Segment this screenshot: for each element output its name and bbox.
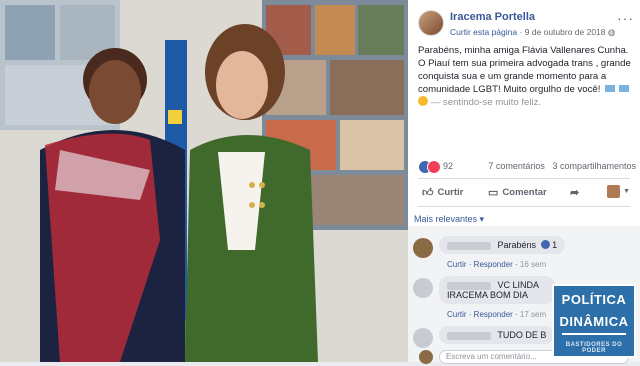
redacted-name [447, 331, 491, 340]
comment-time: 17 sem [519, 310, 547, 319]
comment-likes[interactable]: 1 [552, 240, 557, 250]
redacted-name [447, 281, 491, 290]
comment-button[interactable]: ▭ Comentar [488, 186, 547, 199]
reaction-count[interactable]: 92 [443, 161, 453, 171]
comment-time: 16 sem [519, 260, 547, 269]
meta-separator: · [519, 27, 523, 37]
comment-like-link[interactable]: Curtir [447, 260, 467, 269]
comment-actions: Curtir · Responder · 16 sem [447, 260, 547, 269]
post-stats: 7 comentários 3 compartilhamentos [488, 161, 636, 171]
comment-actions: Curtir · Responder · 17 sem [447, 310, 547, 319]
smile-emoji-icon [418, 96, 428, 106]
commenter-avatar[interactable] [413, 328, 433, 348]
post-header: Iracema Portella Curtir esta página · 9 … [418, 8, 638, 40]
comment-bubble: VC LINDA IRACEMA BOM DIA [439, 276, 555, 304]
logo-line-1: POLÍTICA [561, 292, 627, 307]
speech-bubble-icon: ▭ [488, 187, 499, 199]
commenter-avatar[interactable] [413, 238, 433, 258]
action-bar: 👍︎ Curtir ▭ Comentar ➦ ▼ [418, 182, 630, 204]
like-label: Curtir [437, 187, 464, 198]
love-reaction-icon[interactable] [427, 160, 441, 174]
divider [418, 178, 630, 179]
post-photo[interactable] [0, 0, 408, 362]
post-body: Parabéns, minha amiga Flávia Vallenares … [418, 45, 631, 95]
chevron-down-icon: ▼ [623, 188, 630, 195]
like-page-link[interactable]: Curtir esta página [450, 27, 517, 37]
share-button[interactable]: ➦ [570, 186, 579, 199]
share-arrow-icon: ➦ [570, 187, 580, 199]
comment-text: Parabéns [497, 240, 537, 250]
comment-bubble: TUDO DE B [439, 326, 555, 344]
comment-like-link[interactable]: Curtir [447, 310, 467, 319]
thumbs-up-icon: 👍︎ [422, 187, 434, 199]
reactions-bar: 92 7 comentários 3 compartilhamentos [418, 159, 636, 175]
ellipsis-icon[interactable]: ··· [617, 10, 634, 26]
redacted-name [447, 241, 491, 250]
comment-reply-link[interactable]: Responder [474, 310, 513, 319]
flag-emoji-icon [605, 85, 616, 92]
post-meta: Curtir esta página · 9 de outubro de 201… [450, 27, 615, 38]
politica-dinamica-logo: POLÍTICA DINÂMICA BASTIDORES DO PODER [552, 284, 636, 358]
sort-comments-dropdown[interactable]: Mais relevantes ▾ [414, 214, 484, 225]
like-button[interactable]: 👍︎ Curtir [422, 186, 463, 199]
comment-count[interactable]: 7 comentários [488, 161, 545, 171]
post-text: Parabéns, minha amiga Flávia Vallenares … [418, 44, 633, 109]
commenter-avatar[interactable] [413, 278, 433, 298]
logo-line-2: DINÂMICA [559, 314, 629, 329]
like-badge-icon [540, 240, 550, 249]
profile-selector[interactable]: ▼ [607, 185, 630, 198]
comment-bubble: Parabéns 1 [439, 236, 566, 254]
logo-divider [562, 333, 626, 335]
comment-text: TUDO DE B [497, 330, 547, 340]
profile-avatar [607, 185, 621, 198]
comment-label: Comentar [502, 187, 547, 198]
share-count[interactable]: 3 compartilhamentos [552, 161, 636, 171]
divider [418, 206, 630, 207]
comment-reply-link[interactable]: Responder [474, 260, 513, 269]
author-avatar[interactable] [418, 10, 444, 36]
logo-tagline: BASTIDORES DO PODER [565, 342, 623, 354]
flag-emoji-icon [618, 85, 629, 92]
globe-icon: ◍ [607, 27, 616, 37]
feeling-text: — sentindo-se muito feliz. [430, 97, 542, 108]
photo-scene [0, 0, 408, 362]
post-date[interactable]: 9 de outubro de 2018 [525, 27, 606, 37]
author-name[interactable]: Iracema Portella [450, 11, 535, 23]
